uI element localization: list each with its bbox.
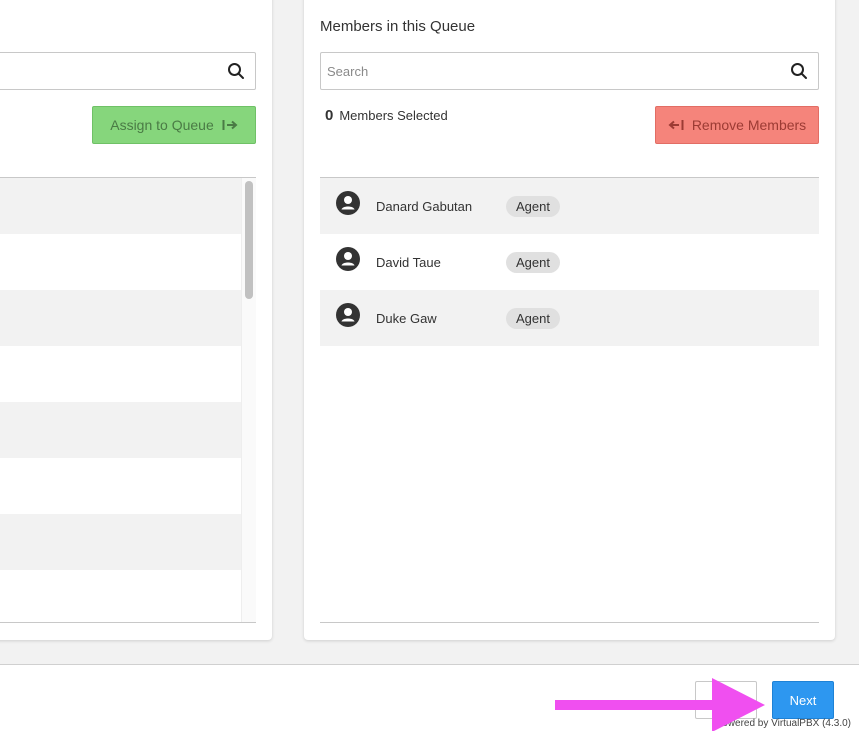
- list-item[interactable]: [0, 178, 256, 234]
- member-row[interactable]: Danard Gabutan Agent: [320, 178, 819, 234]
- queue-members-list: Danard Gabutan Agent David Taue Agent Du…: [320, 177, 819, 623]
- arrow-right-to-bar-icon: [222, 120, 238, 130]
- left-search-box[interactable]: [0, 52, 256, 90]
- member-search-input[interactable]: [321, 53, 818, 89]
- scrollbar-thumb[interactable]: [245, 181, 253, 299]
- list-item[interactable]: [0, 346, 256, 402]
- annotation-arrow-icon: [555, 678, 765, 731]
- member-name: Danard Gabutan: [376, 198, 473, 214]
- role-badge: Agent: [506, 307, 560, 329]
- panel-title: Members in this Queue: [320, 18, 476, 35]
- member-search-box[interactable]: [320, 52, 819, 90]
- available-users-list: [0, 177, 256, 623]
- selected-count: 0 Members Selected: [325, 107, 448, 124]
- remove-members-button[interactable]: Remove Members: [655, 106, 819, 144]
- user-avatar-icon: [336, 303, 360, 327]
- user-avatar-icon: [336, 191, 360, 215]
- arrow-left-from-bar-icon: [668, 120, 684, 130]
- list-scrollbar[interactable]: [241, 178, 256, 622]
- member-row[interactable]: Duke Gaw Agent: [320, 290, 819, 346]
- available-users-panel: Assign to Queue: [0, 0, 272, 640]
- member-name: Duke Gaw: [376, 310, 437, 326]
- member-name: David Taue: [376, 254, 441, 270]
- remove-label: Remove Members: [691, 117, 807, 133]
- next-label: Next: [789, 692, 817, 708]
- list-item[interactable]: [0, 458, 256, 514]
- user-avatar-icon: [336, 247, 360, 271]
- selected-count-label: Members Selected: [339, 108, 448, 123]
- list-item[interactable]: [0, 570, 256, 622]
- queue-members-panel: Members in this Queue 0 Members Selected…: [304, 0, 835, 640]
- selected-count-number: 0: [325, 107, 334, 124]
- assign-to-queue-button[interactable]: Assign to Queue: [92, 106, 256, 144]
- role-badge: Agent: [506, 251, 560, 273]
- assign-label: Assign to Queue: [110, 117, 214, 133]
- list-item[interactable]: [0, 514, 256, 570]
- list-item[interactable]: [0, 234, 256, 290]
- list-item[interactable]: [0, 290, 256, 346]
- left-search-input[interactable]: [0, 53, 255, 89]
- role-badge: Agent: [506, 195, 560, 217]
- member-row[interactable]: David Taue Agent: [320, 234, 819, 290]
- next-button[interactable]: Next: [772, 681, 834, 719]
- search-icon[interactable]: [790, 62, 808, 80]
- search-icon[interactable]: [227, 62, 245, 80]
- list-item[interactable]: [0, 402, 256, 458]
